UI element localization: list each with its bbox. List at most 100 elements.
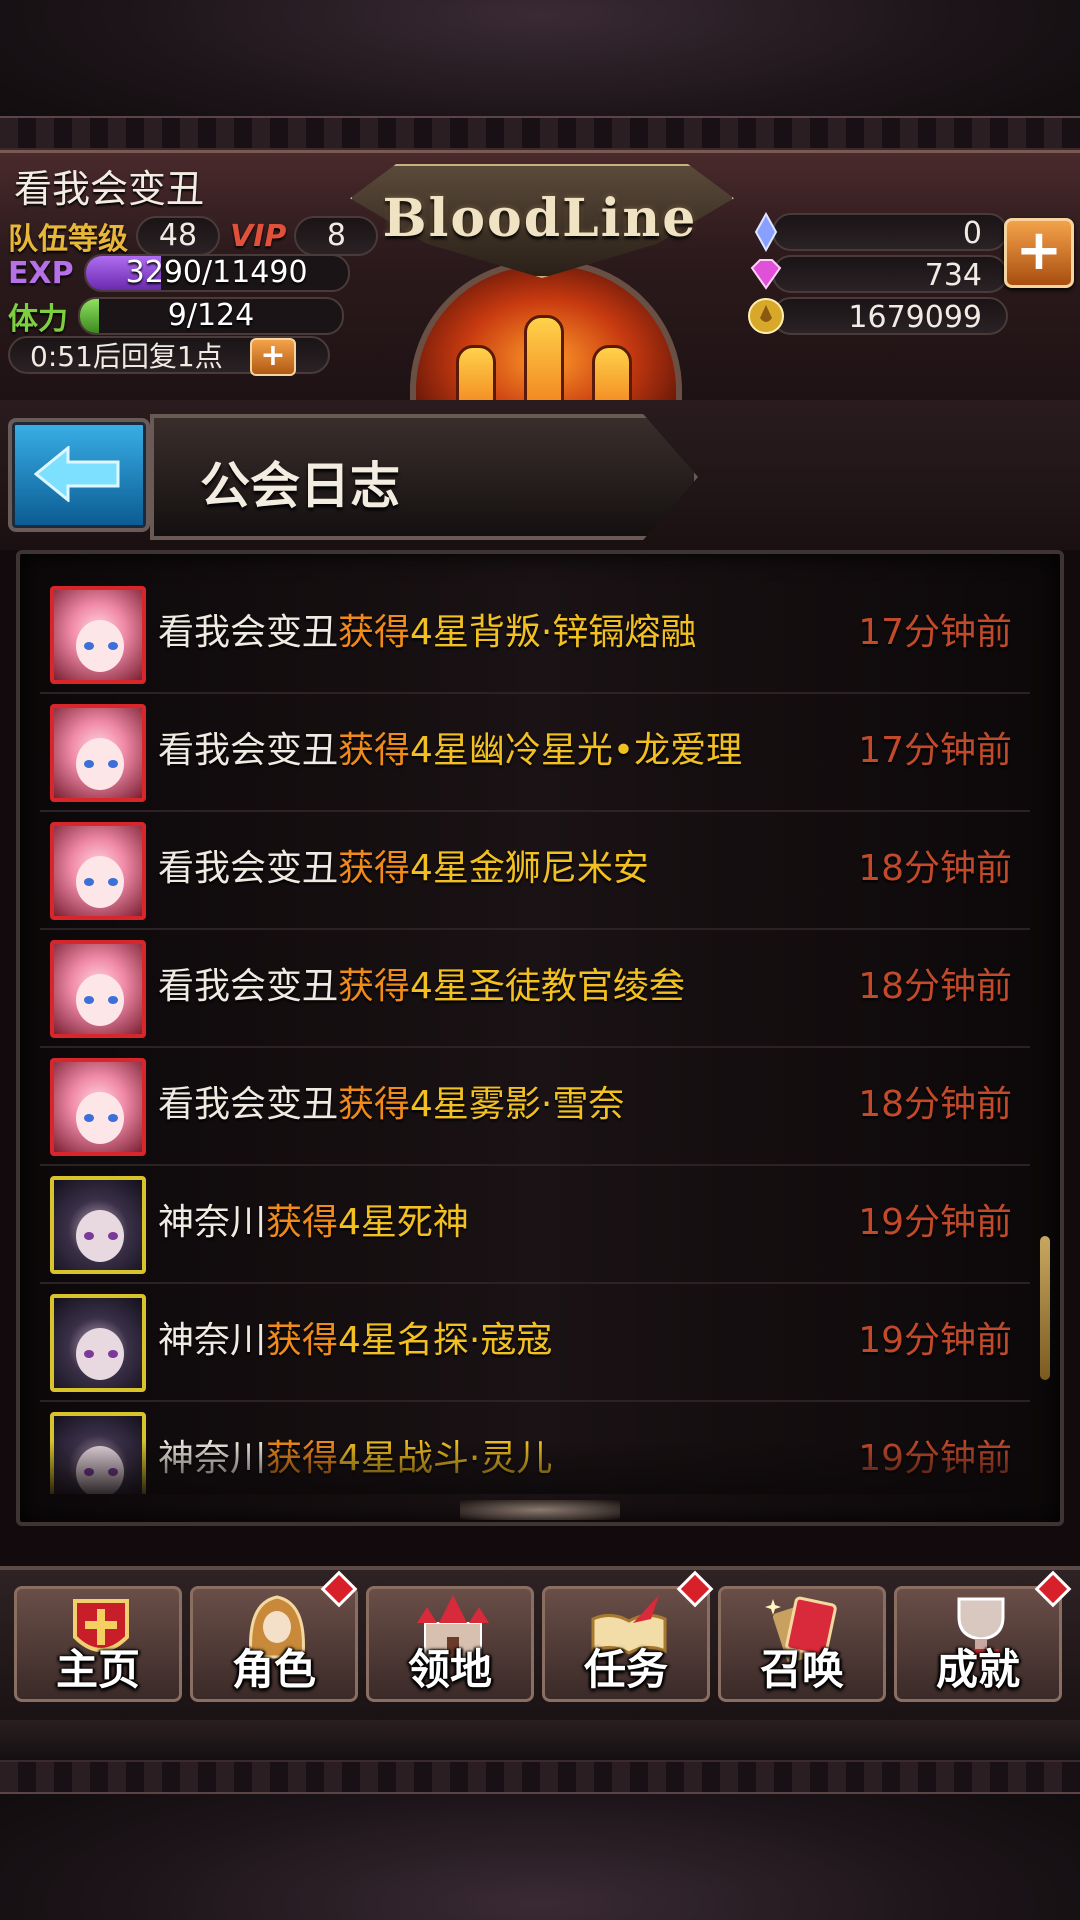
log-entry: 看我会变丑获得4星圣徒教官绫叁 18分钟前: [40, 928, 1030, 1048]
log-message: 看我会变丑获得4星幽冷星光•龙爱理: [158, 692, 742, 810]
log-entry: 看我会变丑获得4星背叛·锌镉熔融 17分钟前: [40, 574, 1030, 694]
avatar-eye: [84, 878, 94, 886]
log-player-name: 看我会变丑: [158, 1084, 339, 1125]
log-message: 看我会变丑获得4星金狮尼米安: [158, 810, 649, 928]
team-level-value: 48: [136, 216, 220, 256]
nav-home[interactable]: 主页: [14, 1586, 182, 1702]
avatar-eye: [84, 760, 94, 768]
nav-territory-label: 领地: [407, 1645, 492, 1694]
crystal-row: 0: [746, 212, 1008, 252]
avatar-eye: [84, 1114, 94, 1122]
log-action: 获得: [338, 848, 411, 889]
player-name: 看我会变丑: [14, 167, 205, 211]
log-player-name: 看我会变丑: [158, 848, 339, 889]
avatar-eye: [108, 642, 118, 650]
top-ornament: [0, 0, 1080, 150]
log-action: 获得: [338, 966, 411, 1007]
log-action: 获得: [266, 1202, 339, 1243]
log-player-name: 看我会变丑: [158, 612, 339, 653]
log-entry: 看我会变丑获得4星雾影·雪奈 18分钟前: [40, 1046, 1030, 1166]
log-action: 获得: [338, 612, 411, 653]
log-timestamp: 19分钟前: [858, 1202, 1012, 1243]
nav-summon-label: 召唤: [759, 1645, 844, 1694]
avatar-eye: [108, 1114, 118, 1122]
log-message: 看我会变丑获得4星雾影·雪奈: [158, 1046, 624, 1164]
nav-summon[interactable]: 召唤: [718, 1586, 886, 1702]
log-item: 4星背叛·锌镉熔融: [410, 612, 697, 653]
avatar-eye: [84, 996, 94, 1004]
log-item: 4星金狮尼米安: [410, 848, 649, 889]
log-entry: 看我会变丑获得4星幽冷星光•龙爱理 17分钟前: [40, 692, 1030, 812]
nav-territory[interactable]: 领地: [366, 1586, 534, 1702]
log-action: 获得: [338, 730, 411, 771]
scrollbar-thumb[interactable]: [1040, 1236, 1050, 1380]
nav-character-label: 角色: [231, 1645, 316, 1694]
log-timestamp: 18分钟前: [858, 848, 1012, 889]
log-timestamp: 19分钟前: [858, 1320, 1012, 1361]
stamina-bar: 9/124: [78, 297, 344, 335]
avatar-eye: [84, 642, 94, 650]
crystal-value: 0: [772, 213, 1008, 251]
log-item: 4星死神: [338, 1202, 469, 1243]
log-message: 看我会变丑获得4星背叛·锌镉熔融: [158, 574, 696, 692]
exp-label: EXP: [8, 255, 74, 291]
logo-text: BloodLine: [382, 188, 698, 249]
avatar-eye: [84, 1232, 94, 1240]
log-player-name: 神奈川: [158, 1202, 267, 1243]
log-player-name: 看我会变丑: [158, 966, 339, 1007]
buy-stamina-button[interactable]: +: [250, 338, 296, 376]
nav-achievement[interactable]: 成就: [894, 1586, 1062, 1702]
character-avatar[interactable]: [50, 586, 146, 684]
avatar-eye: [108, 760, 118, 768]
back-button[interactable]: [8, 418, 150, 532]
log-timestamp: 17分钟前: [858, 612, 1012, 653]
avatar-eye: [108, 1350, 118, 1358]
bottom-strip: [0, 1720, 1080, 1762]
team-level-label: 队伍等级: [8, 222, 128, 257]
log-message: 看我会变丑获得4星圣徒教官绫叁: [158, 928, 685, 1046]
character-avatar[interactable]: [50, 1176, 146, 1274]
log-item: 4星幽冷星光•龙爱理: [410, 730, 743, 771]
character-avatar[interactable]: [50, 822, 146, 920]
log-entry: 看我会变丑获得4星金狮尼米安 18分钟前: [40, 810, 1030, 930]
nav-character[interactable]: 角色: [190, 1586, 358, 1702]
list-fade: [40, 1440, 1030, 1494]
log-entry: 神奈川获得4星死神 19分钟前: [40, 1164, 1030, 1284]
log-item: 4星雾影·雪奈: [410, 1084, 625, 1125]
log-message: 神奈川获得4星死神: [158, 1164, 469, 1282]
guild-log-list[interactable]: 看我会变丑获得4星背叛·锌镉熔融 17分钟前 看我会变丑获得4星幽冷星光•龙爱理 17…: [40, 564, 1030, 1494]
character-avatar[interactable]: [50, 940, 146, 1038]
log-entry: 神奈川获得4星名探·寇寇 19分钟前: [40, 1282, 1030, 1402]
stamina-label: 体力: [8, 302, 68, 337]
stamina-row: 体力 9/124: [8, 294, 344, 338]
vip-label: VIP: [230, 218, 287, 254]
panel-ornament: [460, 1500, 620, 1520]
avatar-eye: [108, 996, 118, 1004]
log-item: 4星名探·寇寇: [338, 1320, 553, 1361]
log-item: 4星圣徒教官绫叁: [410, 966, 685, 1007]
log-action: 获得: [266, 1320, 339, 1361]
log-player-name: 神奈川: [158, 1320, 267, 1361]
game-logo: BloodLine: [330, 150, 750, 427]
character-avatar[interactable]: [50, 1294, 146, 1392]
nav-quest[interactable]: 任务: [542, 1586, 710, 1702]
log-player-name: 看我会变丑: [158, 730, 339, 771]
gold-coin-icon: [748, 298, 784, 334]
arrow-left-icon: [34, 446, 120, 502]
character-avatar[interactable]: [50, 704, 146, 802]
log-timestamp: 18分钟前: [858, 1084, 1012, 1125]
team-level-row: 队伍等级 48 VIP 8: [8, 214, 379, 258]
log-message: 神奈川获得4星名探·寇寇: [158, 1282, 552, 1400]
log-action: 获得: [338, 1084, 411, 1125]
buy-currency-button[interactable]: +: [1004, 218, 1074, 288]
diamond-value: 734: [772, 255, 1008, 293]
exp-row: EXP 3290/11490: [8, 254, 350, 292]
page-title: 公会日志: [200, 457, 400, 515]
character-avatar[interactable]: [50, 1058, 146, 1156]
exp-text: 3290/11490: [125, 255, 308, 290]
crystal-icon: [754, 212, 778, 252]
nav-home-label: 主页: [55, 1645, 140, 1694]
avatar-eye: [84, 1350, 94, 1358]
bottom-ornament: [0, 1760, 1080, 1920]
nav-achievement-label: 成就: [935, 1645, 1020, 1694]
